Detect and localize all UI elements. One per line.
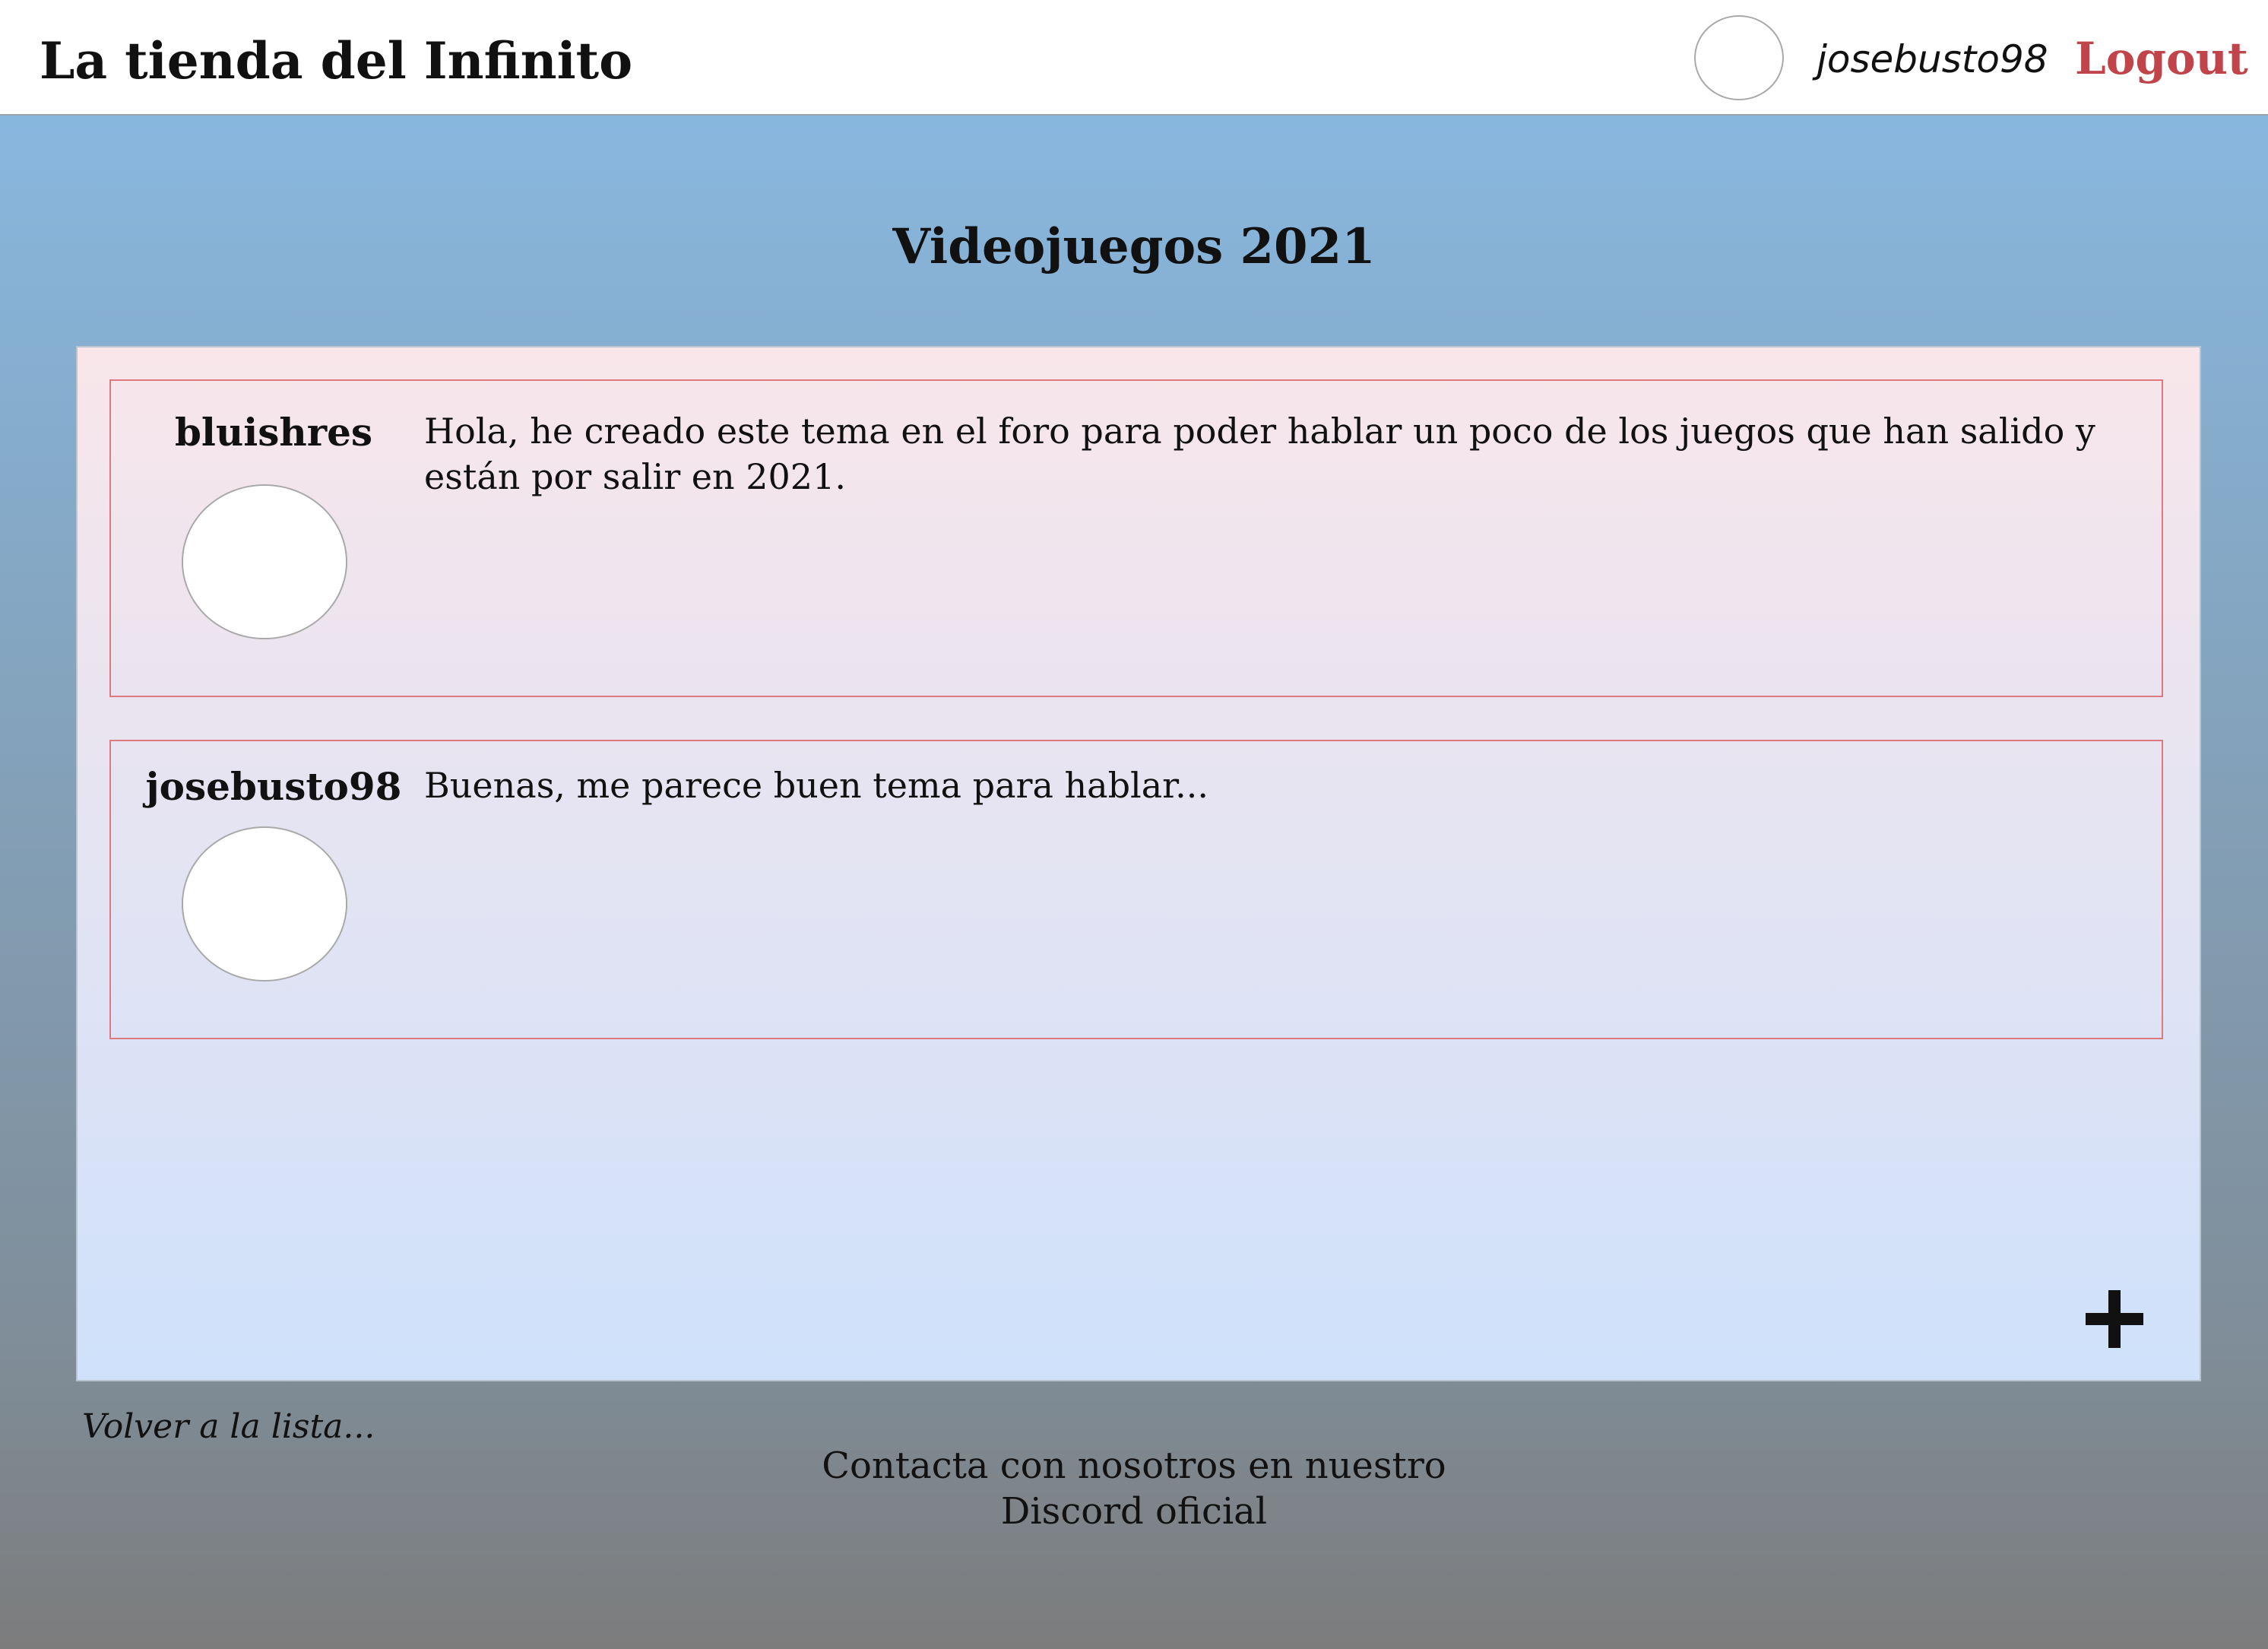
current-username[interactable]: josebusto98: [1817, 36, 2048, 82]
thread-panel: bluishres Hola, he creado este tema en e…: [76, 346, 2201, 1381]
logout-button[interactable]: Logout: [2075, 32, 2248, 85]
post-author[interactable]: josebusto98: [111, 764, 436, 810]
discord-contact-link[interactable]: Contacta con nosotros en nuestro Discord…: [754, 1443, 1514, 1534]
post-author-avatar[interactable]: [182, 484, 347, 639]
post-body: Hola, he creado este tema en el foro par…: [424, 411, 2095, 497]
post-author-avatar[interactable]: [182, 826, 347, 981]
post-body: Buenas, me parece buen tema para hablar.…: [424, 765, 1208, 806]
back-to-list-link[interactable]: Volver a la lista...: [82, 1405, 375, 1449]
user-avatar[interactable]: [1694, 15, 1784, 100]
site-brand[interactable]: La tienda del Infinito: [40, 30, 632, 91]
top-header: La tienda del Infinito josebusto98 Logou…: [0, 0, 2268, 116]
plus-icon-vertical: [2108, 1290, 2121, 1348]
forum-post: josebusto98 Buenas, me parece buen tema …: [109, 740, 2163, 1039]
thread-title: Videojuegos 2021: [892, 218, 1376, 275]
forum-post: bluishres Hola, he creado este tema en e…: [109, 379, 2163, 697]
post-author[interactable]: bluishres: [111, 410, 436, 455]
add-post-button[interactable]: [2086, 1290, 2143, 1348]
